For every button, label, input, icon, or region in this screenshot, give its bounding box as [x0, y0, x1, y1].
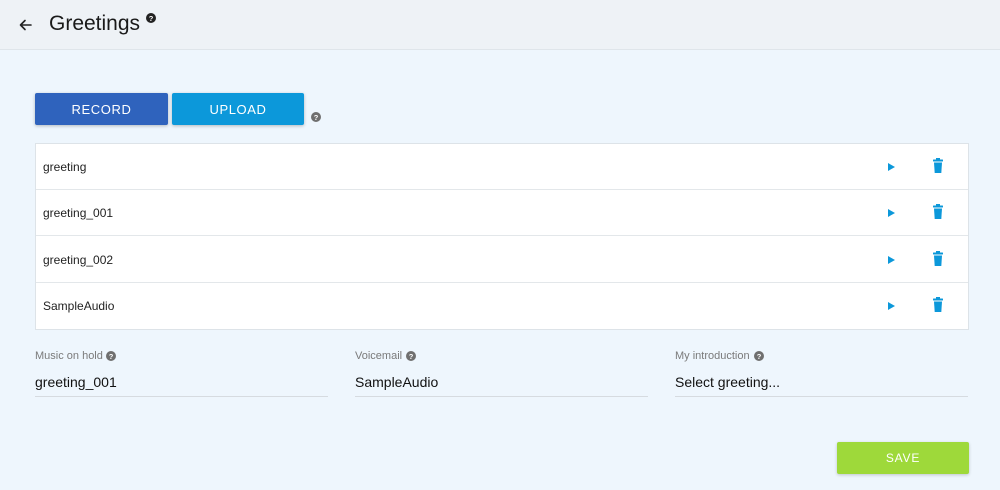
page-title: Greetings [49, 12, 141, 35]
svg-text:?: ? [109, 352, 114, 361]
trash-icon[interactable] [931, 158, 945, 174]
question-circle-icon[interactable]: ? [106, 351, 116, 361]
record-button[interactable]: RECORD [35, 93, 168, 125]
upload-button[interactable]: UPLOAD [172, 93, 304, 125]
trash-icon[interactable] [931, 204, 945, 220]
question-circle-icon[interactable]: ? [146, 13, 156, 23]
play-icon[interactable] [884, 299, 898, 313]
greetings-list: greeting greeting_001 greeting_002 Sampl… [35, 143, 969, 330]
my-introduction-label: My introduction [675, 350, 750, 362]
trash-icon[interactable] [931, 251, 945, 267]
play-icon[interactable] [884, 160, 898, 174]
voicemail-select[interactable]: SampleAudio [355, 373, 648, 397]
greeting-name: greeting [43, 160, 87, 174]
play-icon[interactable] [884, 206, 898, 220]
page-header: Greetings ? [0, 0, 1000, 50]
music-on-hold-label: Music on hold [35, 350, 103, 362]
svg-text:?: ? [409, 352, 414, 361]
play-icon[interactable] [884, 253, 898, 267]
question-circle-icon[interactable]: ? [406, 351, 416, 361]
svg-text:?: ? [314, 113, 319, 122]
greeting-name: greeting_002 [43, 253, 114, 267]
svg-text:?: ? [149, 14, 154, 23]
back-button[interactable] [14, 14, 36, 36]
question-circle-icon[interactable]: ? [311, 112, 321, 122]
greeting-row: greeting_001 [36, 190, 968, 236]
trash-icon[interactable] [931, 297, 945, 313]
save-button[interactable]: SAVE [837, 442, 969, 474]
greeting-row: greeting [36, 144, 968, 190]
voicemail-label: Voicemail [355, 350, 403, 362]
music-on-hold-select[interactable]: greeting_001 [35, 373, 328, 397]
svg-text:?: ? [757, 352, 762, 361]
greeting-row: SampleAudio [36, 283, 968, 329]
question-circle-icon[interactable]: ? [754, 351, 764, 361]
greeting-name: SampleAudio [43, 299, 115, 313]
greeting-name: greeting_001 [43, 206, 114, 220]
arrow-left-icon [19, 19, 32, 31]
greeting-row: greeting_002 [36, 237, 968, 283]
my-introduction-select[interactable]: Select greeting... [675, 373, 968, 397]
